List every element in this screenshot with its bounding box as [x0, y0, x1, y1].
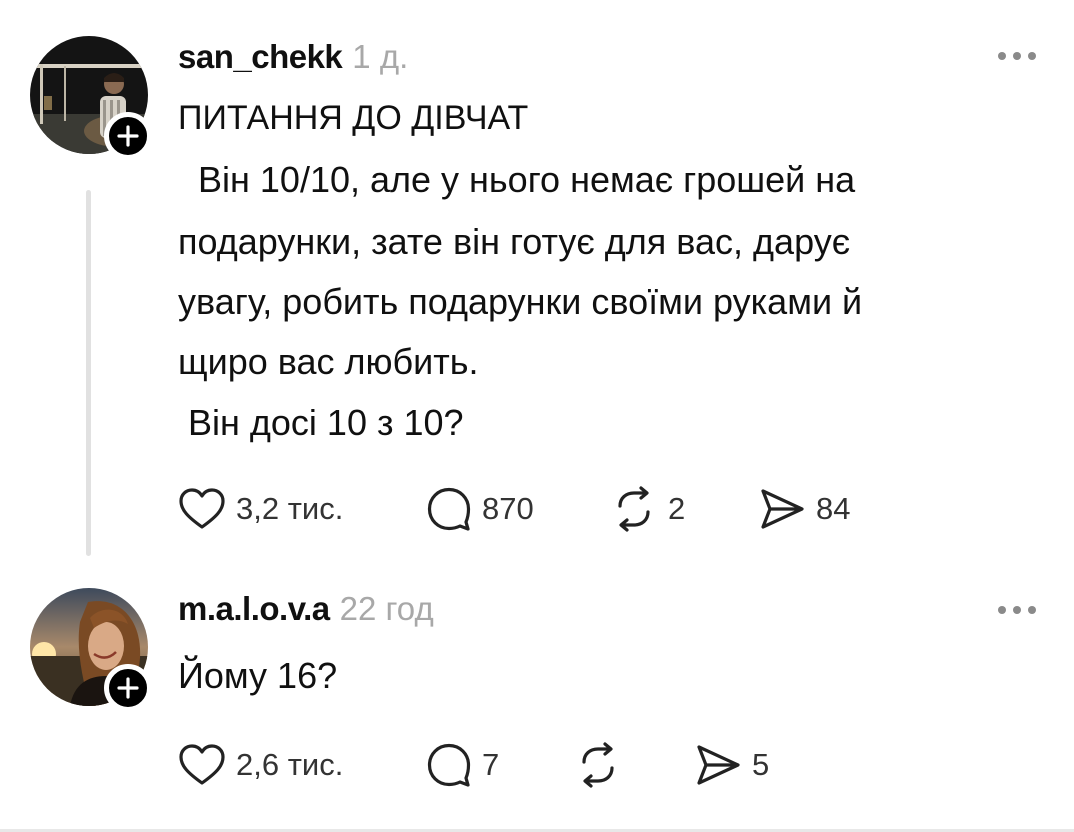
plus-icon: [117, 125, 139, 147]
share-icon: [761, 489, 804, 529]
more-dot: [998, 52, 1006, 60]
thread-line: [86, 190, 91, 556]
reply-button[interactable]: 7: [426, 742, 574, 788]
more-dot: [1013, 606, 1021, 614]
post-line: увагу, робить подарунки своїми руками й: [178, 281, 863, 322]
post-line: щиро вас любить.: [178, 341, 479, 382]
timestamp: 22 год: [339, 590, 434, 627]
repost-icon: [618, 486, 650, 532]
repost-count: 2: [668, 491, 686, 526]
post-line: Він 10/10, але у нього немає грошей на: [178, 159, 856, 200]
more-options-button[interactable]: [998, 52, 1036, 60]
more-options-button[interactable]: [998, 606, 1036, 614]
heart-icon: [179, 488, 225, 529]
post-actions: 3,2 тис. 870 2 84: [178, 484, 850, 534]
like-button[interactable]: 3,2 тис.: [178, 487, 426, 531]
post-header: m.a.l.o.v.a 22 год: [178, 590, 434, 628]
share-count: 5: [752, 747, 770, 782]
post-line: подарунки, зате він готує для вас, дарує: [178, 221, 851, 262]
timestamp: 1 д.: [352, 38, 409, 75]
more-dot: [1028, 606, 1036, 614]
more-dot: [998, 606, 1006, 614]
avatar[interactable]: [30, 588, 152, 712]
follow-button[interactable]: [104, 112, 152, 160]
post: m.a.l.o.v.a 22 год Йому 16? 2,6 тис. 7 5: [0, 560, 1074, 832]
post: san_chekk 1 д. ПИТАННЯ ДО ДІВЧАТ Він 10/…: [0, 0, 1074, 560]
like-button[interactable]: 2,6 тис.: [178, 743, 426, 787]
post-actions: 2,6 тис. 7 5: [178, 740, 769, 790]
reply-count: 7: [482, 747, 500, 782]
more-dot: [1028, 52, 1036, 60]
comment-icon: [427, 487, 471, 531]
post-line: Він досі 10 з 10?: [178, 402, 464, 443]
post-text: ПИТАННЯ ДО ДІВЧАТ Він 10/10, але у нього…: [178, 88, 1018, 454]
post-header: san_chekk 1 д.: [178, 38, 408, 76]
username[interactable]: m.a.l.o.v.a: [178, 590, 330, 628]
share-button[interactable]: 5: [694, 743, 769, 787]
post-text: Йому 16?: [178, 646, 1018, 706]
share-button[interactable]: 84: [758, 487, 850, 531]
post-line: Йому 16?: [178, 655, 338, 696]
avatar[interactable]: [30, 36, 152, 160]
username[interactable]: san_chekk: [178, 38, 343, 76]
more-dot: [1013, 52, 1021, 60]
repost-button[interactable]: [574, 742, 694, 788]
reply-button[interactable]: 870: [426, 486, 610, 532]
repost-button[interactable]: 2: [610, 486, 758, 532]
plus-icon: [117, 677, 139, 699]
reply-count: 870: [482, 491, 534, 526]
post-line: ПИТАННЯ ДО ДІВЧАТ: [178, 99, 529, 137]
like-count: 2,6 тис.: [236, 747, 344, 782]
like-count: 3,2 тис.: [236, 491, 344, 526]
share-icon: [697, 745, 740, 785]
heart-icon: [179, 744, 225, 785]
follow-button[interactable]: [104, 664, 152, 712]
comment-icon: [427, 743, 471, 787]
repost-icon: [582, 742, 614, 788]
share-count: 84: [816, 491, 851, 526]
